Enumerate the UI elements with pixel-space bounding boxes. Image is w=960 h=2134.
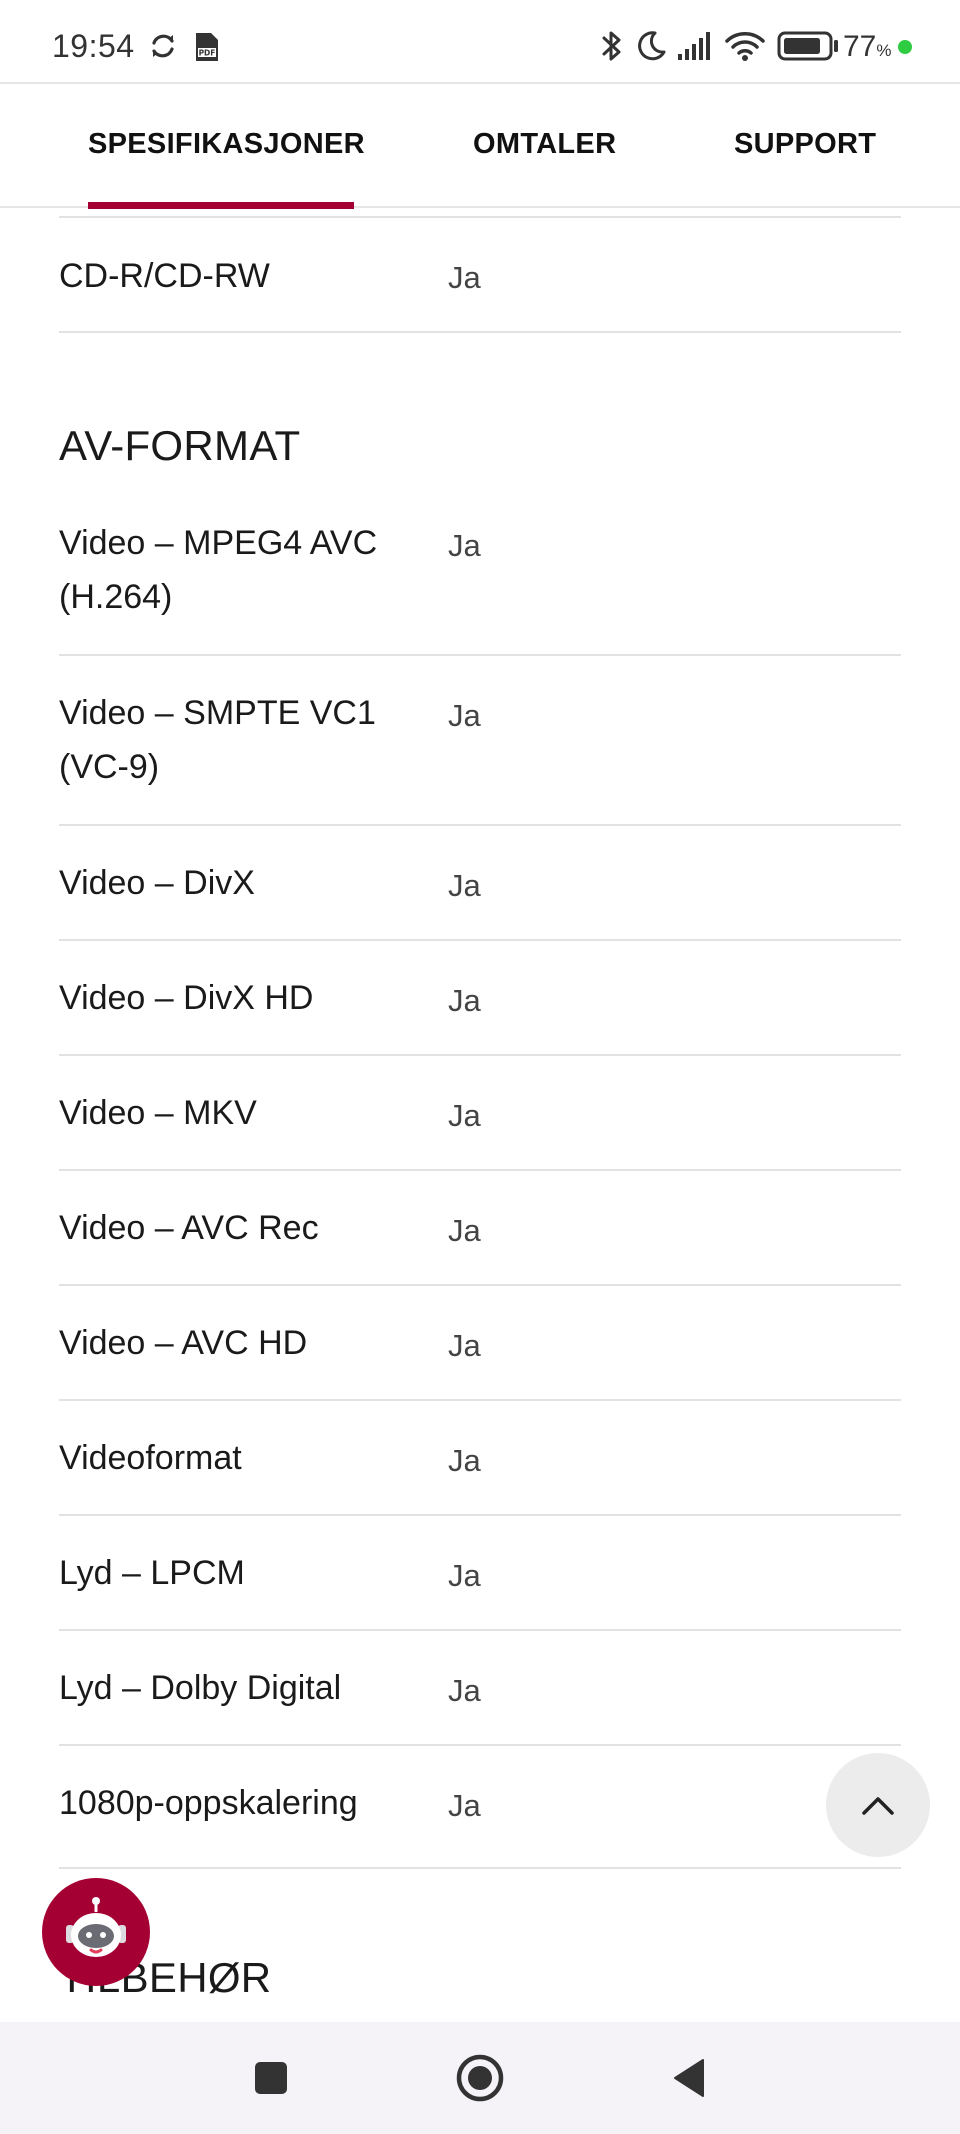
row-divider <box>59 1054 901 1056</box>
spec-value: Ja <box>448 983 481 1018</box>
spec-label: Video – SMPTE VC1 (VC-9) <box>59 694 376 786</box>
spec-value: Ja <box>448 1098 481 1133</box>
active-tab-indicator <box>88 202 354 209</box>
robot-icon <box>66 1897 126 1957</box>
tab-specifications[interactable]: SPESIFIKASJONER <box>88 128 365 161</box>
spec-label: Video – DivX HD <box>59 979 314 1017</box>
chatbot-button[interactable] <box>42 1878 150 1986</box>
row-divider <box>59 1399 901 1401</box>
spec-label: CD-R/CD-RW <box>59 257 270 295</box>
spec-label: Lyd – Dolby Digital <box>59 1669 342 1707</box>
row-divider <box>59 654 901 656</box>
pdf-icon: PDF <box>196 33 218 61</box>
row-divider <box>59 1284 901 1286</box>
battery-icon <box>777 31 838 61</box>
sync-icon <box>152 34 174 58</box>
row-divider <box>59 1629 901 1631</box>
recents-square-icon <box>255 2062 287 2094</box>
row-divider <box>59 1744 901 1746</box>
spec-value: Ja <box>448 868 481 903</box>
spec-label: Lyd – LPCM <box>59 1554 245 1592</box>
back-triangle-icon <box>674 2059 704 2097</box>
system-navigation-bar <box>0 2022 960 2134</box>
spec-label: Videoformat <box>59 1439 242 1477</box>
row-divider <box>59 1867 901 1869</box>
screen: 19:54 PDF 77% SPESIFIKASJONER OMTALER SU… <box>0 0 960 2134</box>
status-bar: 19:54 PDF 77% <box>0 0 960 82</box>
section-title-av-format: AV-FORMAT <box>59 422 301 469</box>
row-divider <box>59 331 901 333</box>
spec-value: Ja <box>448 260 481 295</box>
spec-label: Video – AVC HD <box>59 1324 308 1362</box>
spec-label: Video – MPEG4 AVC (H.264) <box>59 524 378 616</box>
spec-label: Video – DivX <box>59 864 255 902</box>
home-circle-icon <box>456 2054 504 2102</box>
nav-recents-button[interactable] <box>211 2022 331 2134</box>
row-divider <box>59 939 901 941</box>
spec-value: Ja <box>448 1558 481 1593</box>
nav-back-button[interactable] <box>629 2022 749 2134</box>
scroll-to-top-button[interactable] <box>826 1753 930 1857</box>
tab-reviews[interactable]: OMTALER <box>473 128 616 161</box>
battery-percentage: 77% <box>843 30 892 63</box>
row-divider <box>59 1514 901 1516</box>
spec-label: Video – AVC Rec <box>59 1209 319 1247</box>
wifi-icon <box>725 32 765 61</box>
spec-value: Ja <box>448 1788 481 1823</box>
row-divider <box>59 1169 901 1171</box>
privacy-indicator-dot <box>898 40 912 54</box>
spec-label: 1080p-oppskalering <box>59 1784 358 1822</box>
moon-icon <box>638 31 666 61</box>
signal-icon <box>678 32 710 60</box>
spec-value: Ja <box>448 698 481 733</box>
tab-bar: SPESIFIKASJONER OMTALER SUPPORT <box>0 82 960 209</box>
svg-text:PDF: PDF <box>199 49 216 58</box>
spec-label: Video – MKV <box>59 1094 257 1132</box>
nav-home-button[interactable] <box>420 2022 540 2134</box>
bluetooth-icon <box>602 31 621 61</box>
spec-value: Ja <box>448 1213 481 1248</box>
row-divider <box>59 216 901 218</box>
spec-value: Ja <box>448 1443 481 1478</box>
tab-support[interactable]: SUPPORT <box>734 128 876 161</box>
spec-value: Ja <box>448 1328 481 1363</box>
row-divider <box>59 824 901 826</box>
spec-value: Ja <box>448 528 481 563</box>
chevron-up-icon <box>862 1797 894 1815</box>
spec-value: Ja <box>448 1673 481 1708</box>
status-time: 19:54 <box>52 28 135 64</box>
